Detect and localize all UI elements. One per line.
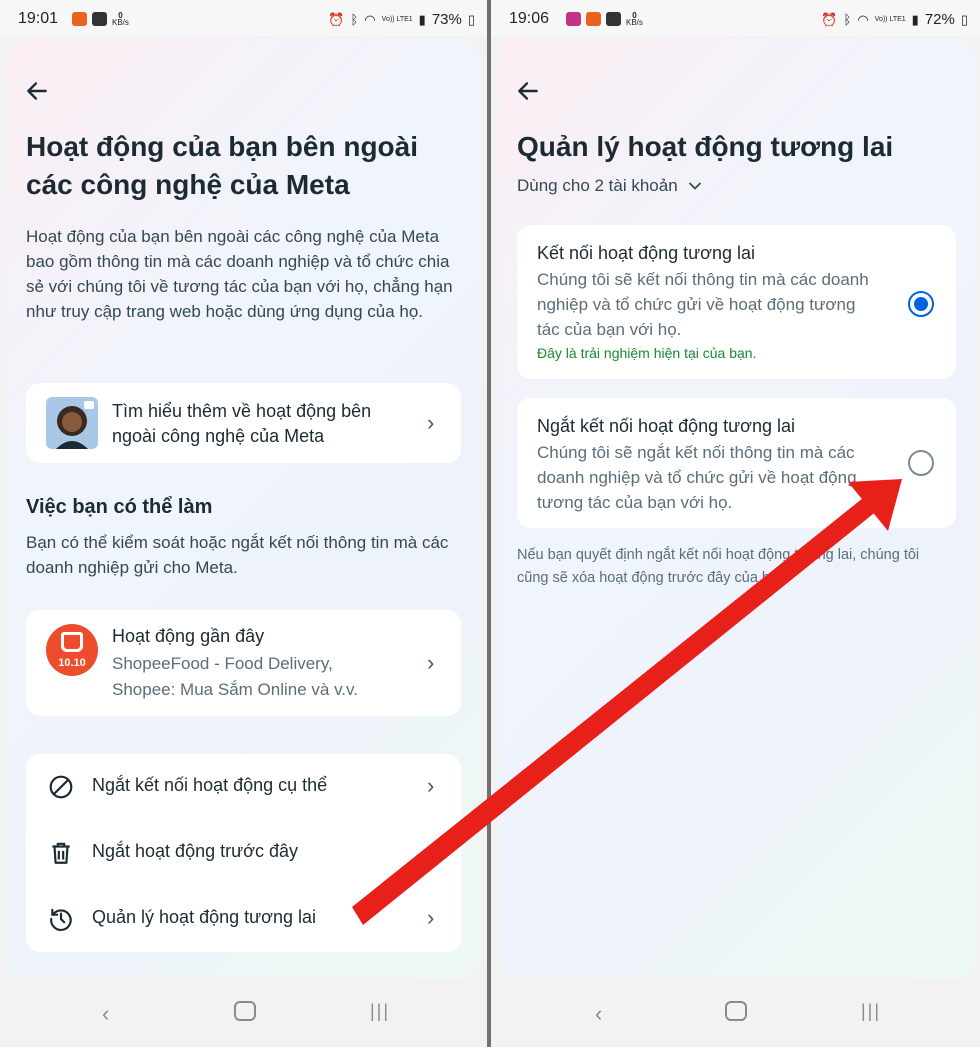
option-title: Kết nối hoạt động tương lai [537, 243, 756, 263]
status-time: 19:06 [509, 10, 550, 27]
system-nav-bar: ‹ ||| [491, 979, 980, 1047]
app-badge-text: 10.10 [58, 657, 86, 669]
status-bar: 19:06 0 KB/s ⏰ ᛒ ◠ Vo)) LTE1 ▮ 72% ▯ [491, 0, 980, 36]
chevron-right-icon: › [427, 410, 435, 435]
page-title: Quản lý hoạt động tương lai [517, 131, 894, 162]
clear-previous-activity-item[interactable]: Ngắt hoạt động trước đây › [26, 820, 461, 886]
section-description: Bạn có thể kiểm soát hoặc ngắt kết nối t… [26, 533, 449, 577]
clear-previous-activity-label: Ngắt hoạt động trước đây [92, 841, 298, 861]
volte-indicator: Vo)) LTE1 [381, 16, 413, 23]
chevron-down-icon [688, 182, 701, 190]
option-description: Chúng tôi sẽ ngắt kết nối thông tin mà c… [537, 443, 857, 512]
battery-level: 72% [924, 11, 955, 28]
right-phone-screen: 19:06 0 KB/s ⏰ ᛒ ◠ Vo)) LTE1 ▮ 72% ▯ Quản… [491, 0, 980, 1047]
connect-future-activity-option[interactable]: Kết nối hoạt động tương lai Chúng tôi sẽ… [517, 225, 956, 379]
nav-back-icon[interactable]: ‹ [595, 1001, 602, 1027]
disconnect-icon [49, 775, 73, 799]
trash-icon [52, 842, 70, 864]
disconnect-footnote: Nếu bạn quyết định ngắt kết nối hoạt độn… [517, 547, 920, 586]
status-time: 19:01 [18, 10, 59, 27]
bluetooth-icon: ᛒ [350, 12, 359, 27]
actions-list: Ngắt kết nối hoạt động cụ thể › Ngắt hoạ… [26, 754, 461, 952]
battery-icon: ▯ [467, 11, 475, 27]
recent-activity-apps: ShopeeFood - Food Delivery, Shopee: Mua … [112, 654, 358, 699]
back-arrow-icon [27, 82, 47, 100]
option-title: Ngắt kết nối hoạt động tương lai [537, 416, 796, 436]
system-icons: ⏰ ᛒ ◠ Vo)) LTE1 ▮ 72% ▯ [821, 11, 968, 28]
nav-home-icon[interactable] [725, 1001, 747, 1021]
alarm-icon: ⏰ [328, 11, 345, 27]
network-speed: 0 KB/s [112, 11, 129, 27]
recent-activity-title: Hoạt động gần đây [112, 626, 265, 646]
gallery-notification-icon [606, 12, 621, 26]
back-arrow-icon [518, 82, 538, 100]
network-speed: 0 KB/s [626, 11, 643, 27]
account-selector-dropdown[interactable]: Dùng cho 2 tài khoản [517, 176, 702, 196]
chevron-right-icon: › [427, 773, 435, 798]
history-clock-icon [50, 908, 72, 931]
system-nav-bar: ‹ ||| [0, 979, 487, 1047]
nav-back-icon[interactable]: ‹ [102, 1001, 109, 1027]
system-icons: ⏰ ᛒ ◠ Vo)) LTE1 ▮ 73% ▯ [328, 11, 475, 28]
back-button[interactable] [515, 78, 545, 108]
disconnect-specific-activity-label: Ngắt kết nối hoạt động cụ thể [92, 775, 328, 795]
notification-icons: 0 KB/s [72, 11, 129, 27]
notification-icons: 0 KB/s [566, 11, 643, 27]
disconnect-radio-unselected[interactable] [908, 450, 934, 476]
current-experience-note: Đây là trải nghiệm hiện tại của bạn. [537, 345, 757, 361]
nav-recents-icon[interactable]: ||| [370, 1001, 390, 1022]
page-description: Hoạt động của bạn bên ngoài các công ngh… [26, 227, 453, 321]
signal-icon: ▮ [418, 11, 426, 27]
status-bar: 19:01 0 KB/s ⏰ ᛒ ◠ Vo)) LTE1 ▮ 73% ▯ [0, 0, 487, 36]
recent-activity-item[interactable]: 10.10 Hoạt động gần đây ShopeeFood - Foo… [26, 610, 461, 716]
avatar-illustration-icon [46, 397, 98, 449]
battery-level: 73% [431, 11, 462, 28]
gallery-notification-icon [92, 12, 107, 26]
manage-future-activity-label: Quản lý hoạt động tương lai [92, 907, 316, 927]
learn-more-label: Tìm hiểu thêm về hoạt động bên ngoài côn… [112, 401, 372, 446]
back-button[interactable] [24, 78, 54, 108]
manage-future-activity-item[interactable]: Quản lý hoạt động tương lai › [26, 886, 461, 952]
section-title: Việc bạn có thể làm [26, 496, 213, 518]
page-card: Hoạt động của bạn bên ngoài các công ngh… [6, 38, 481, 979]
account-selector-label: Dùng cho 2 tài khoản [517, 176, 678, 195]
connect-radio-selected[interactable] [908, 291, 934, 317]
bluetooth-icon: ᛒ [843, 12, 852, 27]
signal-icon: ▮ [911, 11, 919, 27]
nav-recents-icon[interactable]: ||| [861, 1001, 881, 1022]
learn-more-link[interactable]: Tìm hiểu thêm về hoạt động bên ngoài côn… [26, 383, 461, 463]
page-card: Quản lý hoạt động tương lai Dùng cho 2 t… [497, 38, 976, 979]
instagram-notification-icon [566, 12, 581, 26]
option-description: Chúng tôi sẽ kết nối thông tin mà các do… [537, 270, 869, 339]
food-bag-icon [61, 632, 83, 652]
alarm-icon: ⏰ [821, 11, 838, 27]
battery-icon: ▯ [960, 11, 968, 27]
chevron-right-icon: › [427, 650, 435, 675]
nav-home-icon[interactable] [234, 1001, 256, 1021]
left-phone-screen: 19:01 0 KB/s ⏰ ᛒ ◠ Vo)) LTE1 ▮ 73% ▯ Hoạt… [0, 0, 487, 1047]
chevron-right-icon: › [427, 839, 435, 864]
wifi-icon: ◠ [364, 11, 376, 27]
disconnect-specific-activity-item[interactable]: Ngắt kết nối hoạt động cụ thể › [26, 754, 461, 820]
chat-notification-icon [586, 12, 601, 26]
page-title: Hoạt động của bạn bên ngoài các công ngh… [26, 131, 418, 200]
disconnect-future-activity-option[interactable]: Ngắt kết nối hoạt động tương lai Chúng t… [517, 398, 956, 528]
volte-indicator: Vo)) LTE1 [874, 16, 906, 23]
shopee-food-app-icon: 10.10 [46, 624, 98, 676]
chevron-right-icon: › [427, 905, 435, 930]
wifi-icon: ◠ [857, 11, 869, 27]
chat-notification-icon [72, 12, 87, 26]
